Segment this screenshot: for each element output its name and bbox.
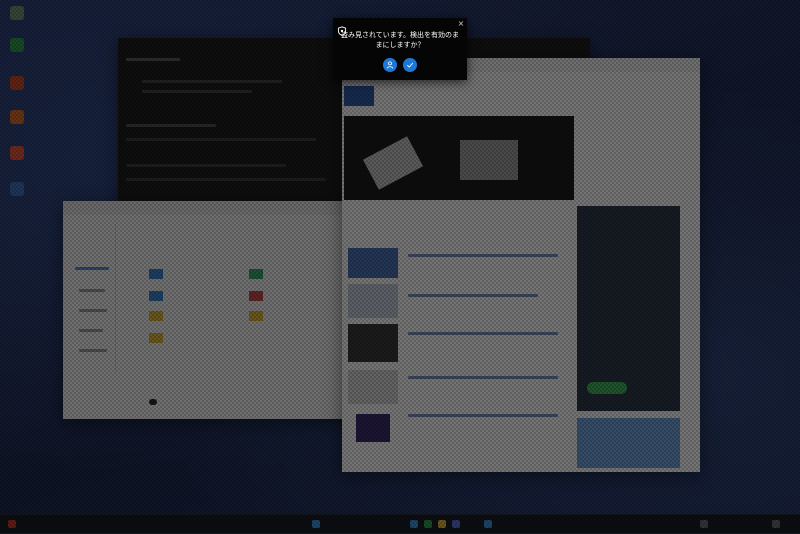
lock-person-icon bbox=[386, 61, 394, 69]
close-icon[interactable]: × bbox=[457, 20, 465, 28]
onlooker-alert-popup: × 盗み見されています。検出を有効のままにしますか？ bbox=[333, 18, 467, 80]
checkmark-icon bbox=[406, 62, 414, 68]
lock-screen-button[interactable] bbox=[383, 58, 397, 72]
keep-enabled-button[interactable] bbox=[403, 58, 417, 72]
alert-message: 盗み見されています。検出を有効のままにしますか？ bbox=[340, 31, 460, 49]
